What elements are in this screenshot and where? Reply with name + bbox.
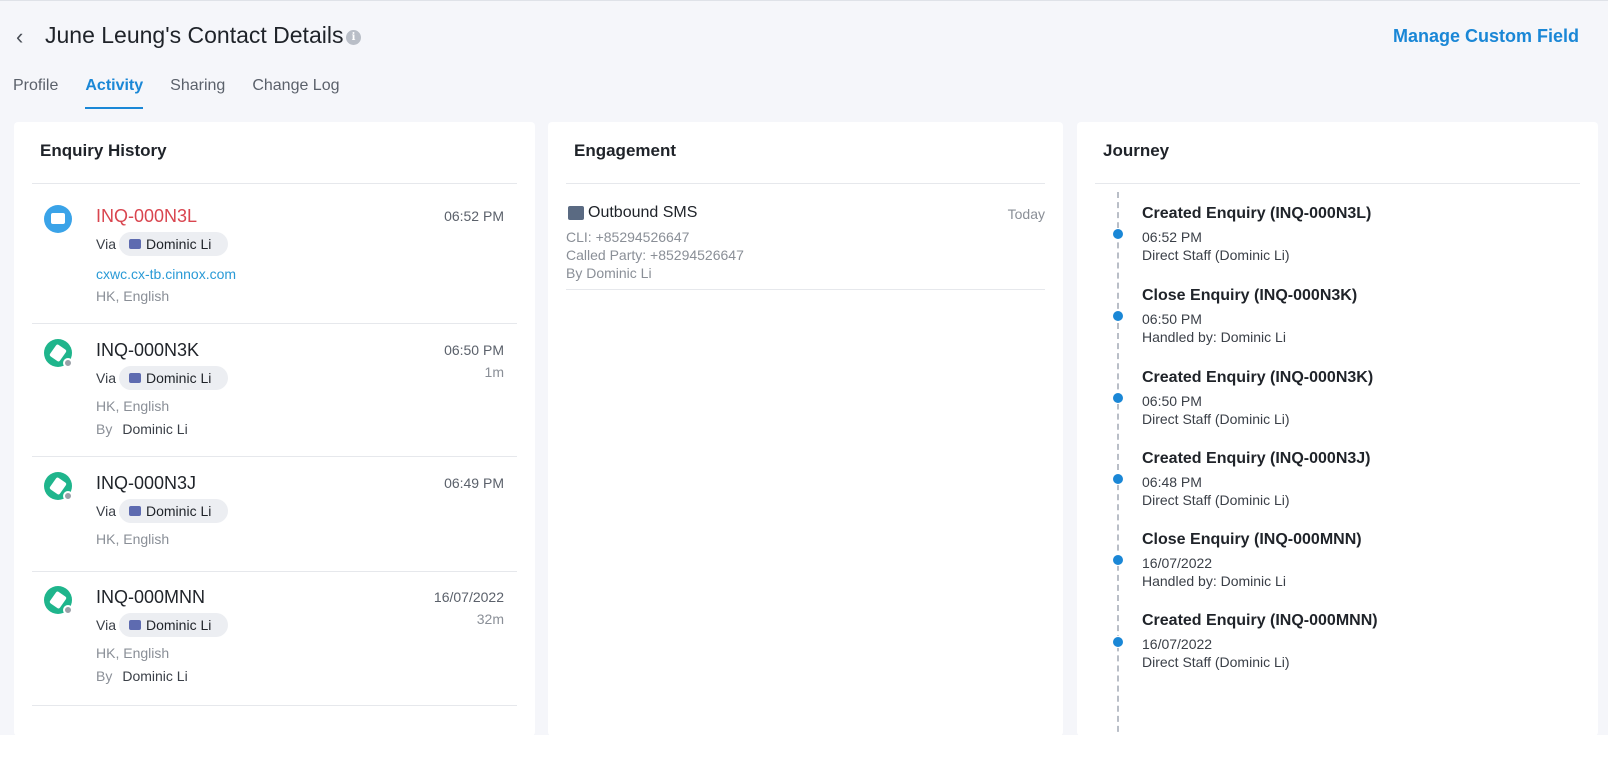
enquiry-duration: 1m (484, 364, 504, 380)
timeline-dot (1112, 310, 1124, 322)
enquiry-item[interactable]: INQ-000MNN 16/07/2022 32m Via Dominic Li… (32, 572, 517, 706)
agent-name: Dominic Li (146, 503, 212, 519)
engagement-by: By Dominic Li (566, 265, 652, 281)
agent-name: Dominic Li (146, 236, 212, 252)
contact-card-icon (129, 620, 141, 630)
agent-chip[interactable]: Dominic Li (119, 366, 228, 390)
journey-detail: Handled by: Dominic Li (1142, 573, 1286, 589)
enquiry-time: 06:50 PM (444, 342, 504, 358)
timeline-dot (1112, 228, 1124, 240)
journey-title: Created Enquiry (INQ-000N3J) (1142, 450, 1371, 467)
locale: HK, English (96, 288, 170, 304)
page-header: ‹ June Leung's Contact Details i Manage … (0, 1, 1608, 71)
enquiry-item[interactable]: INQ-000N3J 06:49 PM Via Dominic Li HK, E… (32, 457, 517, 572)
enquiry-time: 06:52 PM (444, 208, 504, 224)
locale: HK, English (96, 645, 170, 661)
handled-by: By Dominic Li (96, 668, 188, 684)
by-label: By (96, 668, 113, 684)
panel-title: Enquiry History (40, 141, 167, 160)
via-label: Via (96, 236, 116, 252)
journey-title: Close Enquiry (INQ-000MNN) (1142, 531, 1362, 548)
journey-time: 06:50 PM (1142, 393, 1202, 409)
tab-change-log[interactable]: Change Log (252, 76, 339, 109)
info-icon[interactable]: i (346, 30, 361, 45)
agent-chip[interactable]: Dominic Li (119, 499, 228, 523)
chat-icon (44, 205, 72, 233)
contact-card-icon (129, 373, 141, 383)
agent-chip[interactable]: Dominic Li (119, 613, 228, 637)
enquiry-time: 16/07/2022 (433, 589, 504, 605)
panel-title: Journey (1103, 141, 1170, 160)
engagement-panel: Engagement Outbound SMS Today CLI: +8529… (548, 122, 1063, 736)
sms-icon (568, 206, 584, 220)
engagement-title: Outbound SMS (588, 204, 698, 221)
by-label: By (96, 421, 113, 437)
journey-time: 06:50 PM (1142, 311, 1202, 327)
engagement-cli: CLI: +85294526647 (566, 229, 690, 245)
engagement-called-party: Called Party: +85294526647 (566, 247, 744, 263)
journey-title: Created Enquiry (INQ-000MNN) (1142, 612, 1378, 629)
journey-panel: Journey Created Enquiry (INQ-000N3L) 06:… (1077, 122, 1598, 736)
contact-details-page: ‹ June Leung's Contact Details i Manage … (0, 0, 1608, 736)
contact-card-icon (129, 506, 141, 516)
via-label: Via (96, 617, 116, 633)
page-title: June Leung's Contact Details (45, 22, 344, 48)
journey-time: 16/07/2022 (1142, 636, 1213, 652)
manage-custom-field-link[interactable]: Manage Custom Field (1393, 26, 1579, 47)
enquiry-id[interactable]: INQ-000N3J (96, 473, 196, 494)
back-arrow-icon[interactable]: ‹ (16, 25, 34, 49)
panel-title: Engagement (574, 141, 677, 160)
agent-name: Dominic Li (146, 617, 212, 633)
divider (1095, 183, 1580, 184)
ticket-icon (44, 339, 73, 368)
journey-time: 06:52 PM (1142, 229, 1202, 245)
enquiry-id[interactable]: INQ-000N3L (96, 206, 197, 227)
journey-title: Created Enquiry (INQ-000N3L) (1142, 205, 1372, 222)
handled-by: By Dominic Li (96, 421, 188, 437)
journey-detail: Direct Staff (Dominic Li) (1142, 411, 1290, 427)
enquiry-id[interactable]: INQ-000MNN (96, 587, 205, 608)
ticket-icon (44, 472, 73, 501)
timeline-dot (1112, 554, 1124, 566)
tab-activity[interactable]: Activity (85, 76, 144, 109)
by-name: Dominic Li (122, 668, 188, 684)
via-label: Via (96, 370, 116, 386)
journey-detail: Direct Staff (Dominic Li) (1142, 492, 1290, 508)
enquiry-item[interactable]: INQ-000N3K 06:50 PM 1m Via Dominic Li HK… (32, 324, 517, 457)
tab-bar: Profile Activity Sharing Change Log (13, 76, 367, 110)
source-link[interactable]: cxwc.cx-tb.cinnox.com (96, 266, 236, 282)
journey-detail: Handled by: Dominic Li (1142, 329, 1286, 345)
contact-card-icon (129, 239, 141, 249)
locale: HK, English (96, 398, 170, 414)
journey-time: 16/07/2022 (1142, 555, 1213, 571)
enquiry-history-panel: Enquiry History INQ-000N3L 06:52 PM Via … (14, 122, 535, 736)
enquiry-time: 06:49 PM (444, 475, 504, 491)
via-label: Via (96, 503, 116, 519)
enquiry-duration: 32m (476, 611, 504, 627)
journey-title: Created Enquiry (INQ-000N3K) (1142, 369, 1374, 386)
agent-name: Dominic Li (146, 370, 212, 386)
timeline-dot (1112, 392, 1124, 404)
enquiry-id[interactable]: INQ-000N3K (96, 340, 199, 361)
journey-title: Close Enquiry (INQ-000N3K) (1142, 287, 1358, 304)
enquiry-item[interactable]: INQ-000N3L 06:52 PM Via Dominic Li cxwc.… (32, 184, 517, 324)
tab-sharing[interactable]: Sharing (170, 76, 225, 109)
agent-chip[interactable]: Dominic Li (119, 232, 228, 256)
timeline-line (1117, 192, 1119, 736)
tab-profile[interactable]: Profile (13, 76, 58, 109)
journey-detail: Direct Staff (Dominic Li) (1142, 654, 1290, 670)
engagement-item[interactable]: Outbound SMS Today CLI: +85294526647 Cal… (566, 184, 1045, 290)
journey-time: 06:48 PM (1142, 474, 1202, 490)
engagement-date: Today (1007, 206, 1045, 222)
locale: HK, English (96, 531, 170, 547)
timeline-dot (1112, 636, 1124, 648)
by-name: Dominic Li (122, 421, 188, 437)
ticket-icon (44, 586, 73, 615)
timeline-dot (1112, 473, 1124, 485)
journey-detail: Direct Staff (Dominic Li) (1142, 247, 1290, 263)
